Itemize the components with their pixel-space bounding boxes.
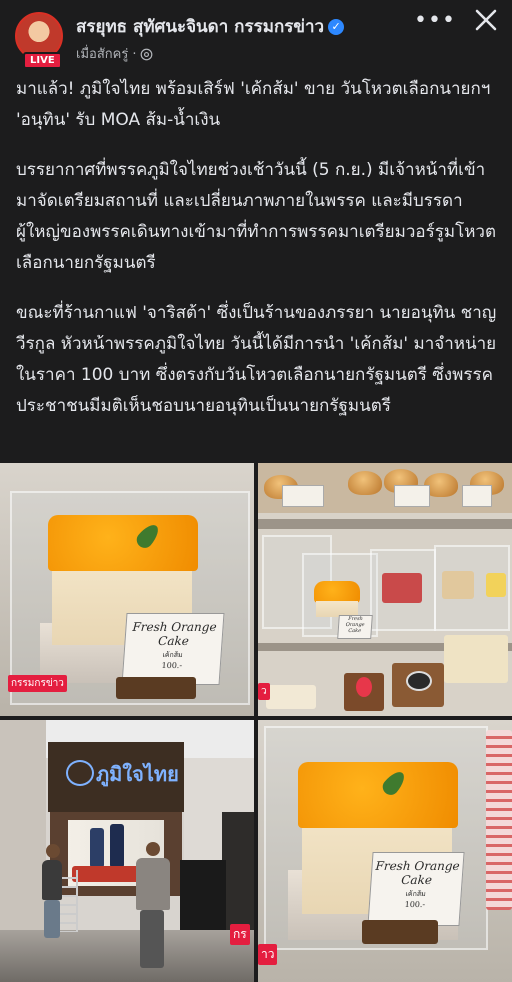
watermark: กร [230,924,250,945]
photo-party-office[interactable]: ภูมิใจไทย กร [0,720,254,982]
pastry-tray [266,685,316,709]
product-label [282,485,324,507]
red-velvet-cake [382,573,422,603]
worker-head [46,844,60,858]
verified-badge-icon: ✓ [328,19,345,35]
left-wall [0,720,46,940]
party-logo-text: ภูมิใจไทย [96,762,179,786]
figure-portrait [90,828,104,868]
sign-stand [116,677,196,699]
product-label [394,485,430,507]
shelf-edge [258,519,512,529]
cheesecake [442,571,474,599]
price-sign: Fresh Orange Cake เค้กส้ม 100.- [121,613,225,685]
figure-portrait [110,824,124,868]
watermark: กรรมกรข่าว [8,675,67,692]
cake-name-label: Fresh Orange Cake [131,620,218,648]
photo-grid: Fresh Orange Cake เค้กส้ม 100.- กรรมกรข่… [0,463,512,982]
chocolate-pudding [406,671,432,691]
photo-bakery-display[interactable]: Fresh Orange Cake ว [258,463,512,716]
worker [42,860,62,900]
post-paragraph: มาแล้ว! ภูมิใจไทย พร้อมเสิร์ฟ 'เค้กส้ม' … [16,79,491,130]
cake-price-label: 100.- [161,661,183,670]
orange-topping [48,515,198,571]
pastry [348,471,382,495]
more-horizontal-icon[interactable]: ••• [414,8,456,33]
jelly-cup [356,677,372,697]
page-name: สรยุทธ สุทัศนะจินดา กรรมกรข่าว [76,17,325,37]
sign-stand [362,920,438,944]
person-legs [140,910,164,968]
post-paragraph: ขณะที่ร้านกาแฟ 'จาริสต้า' ซึ่งเป็นร้านขอ… [16,303,497,416]
post-body: มาแล้ว! ภูมิใจไทย พร้อมเสิร์ฟ 'เค้กส้ม' … [16,74,500,441]
neighbor-cake [486,730,512,910]
cake-price-label: 100.- [404,900,426,909]
product-label [462,485,492,507]
close-icon[interactable] [472,6,500,34]
live-badge: LIVE [23,52,62,69]
orange-cake [314,581,360,603]
page-name-link[interactable]: สรยุทธ สุทัศนะจินดา กรรมกรข่าว ✓ [76,13,345,40]
post-meta: เมื่อสักครู่ · [76,43,153,64]
orange-topping [298,762,458,828]
doorway [222,812,254,932]
globe-icon [141,48,153,61]
mango-dessert [486,573,506,597]
party-logo-icon [66,760,94,786]
worker-legs [44,900,60,938]
cake-thai-label: เค้กส้ม [405,890,427,898]
cake-name-label: Fresh Orange Cake [375,859,461,887]
photo-orange-cake-1[interactable]: Fresh Orange Cake เค้กส้ม 100.- กรรมกรข่… [0,463,254,716]
standing-person [136,858,170,910]
photo-orange-cake-2[interactable]: Fresh Orange Cake เค้กส้ม 100.- าว [258,720,512,982]
post-paragraph: บรรยากาศที่พรรคภูมิใจไทยช่วงเช้าวันนี้ (… [16,160,496,273]
person-head [146,842,160,856]
post-header: LIVE สรยุทธ สุทัศนะจินดา กรรมกรข่าว ✓ เมื… [0,0,512,69]
cookie-tray [444,635,508,683]
cake-name-label: Fresh Orange Cake [345,616,365,634]
post-timestamp[interactable]: เมื่อสักครู่ [76,47,128,62]
watermark: าว [258,944,278,965]
watermark: ว [258,683,270,700]
cake-thai-label: เค้กส้ม [162,651,183,659]
floor [0,930,254,982]
price-sign: Fresh Orange Cake เค้กส้ม 100.- [367,852,465,926]
mini-sign: Fresh Orange Cake [337,615,373,639]
meta-separator: · [132,47,137,62]
profile-avatar[interactable]: LIVE [15,12,67,70]
